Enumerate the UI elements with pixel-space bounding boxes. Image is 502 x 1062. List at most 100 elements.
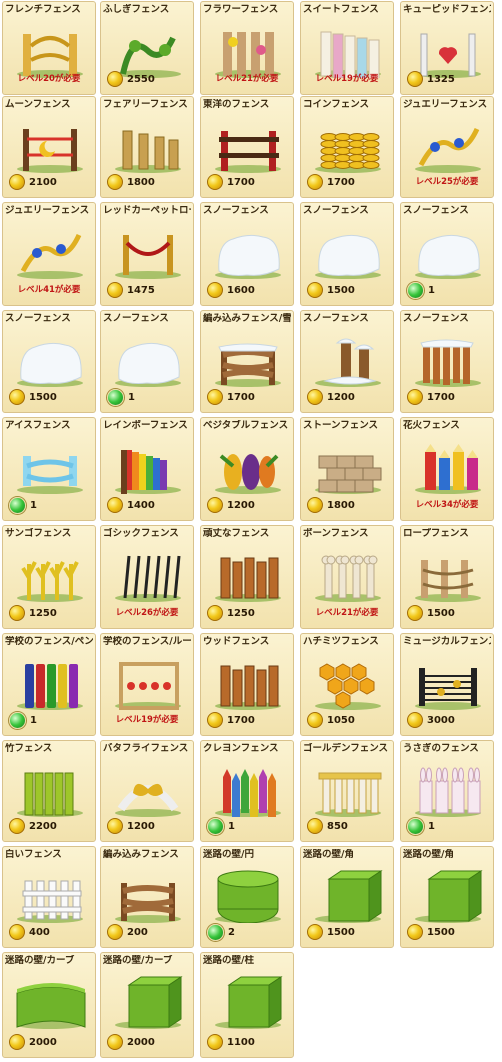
price-tag: 1500 xyxy=(307,281,355,299)
fence-card[interactable]: ウッドフェンス 1700 xyxy=(200,633,294,736)
pens-fence-image xyxy=(17,664,83,710)
fence-card[interactable]: ジュエリーフェンス レベル25が必要 xyxy=(400,96,494,198)
fence-card[interactable]: 東洋のフェンス 1700 xyxy=(200,96,294,198)
rainbow-fence-image xyxy=(115,450,181,494)
fence-name: 白いフェンス xyxy=(5,849,62,860)
fence-card[interactable]: フレンチフェンス レベル20が必要 xyxy=(2,1,96,95)
coin-icon xyxy=(107,1034,123,1050)
fence-card[interactable]: 編み込みフェンス 200 xyxy=(100,846,194,948)
fence-card[interactable]: うさぎのフェンス 1 xyxy=(400,740,494,842)
fence-name: フラワーフェンス xyxy=(203,4,279,15)
price-value: 1700 xyxy=(227,714,255,726)
fence-card[interactable]: ベジタブルフェンス 1200 xyxy=(200,417,294,521)
fence-card[interactable]: スノーフェンス 1500 xyxy=(300,202,394,306)
fence-card[interactable]: ジュエリーフェンス レベル41が必要 xyxy=(2,202,96,306)
fence-name: 編み込みフェンス xyxy=(103,849,179,860)
price-tag: 1500 xyxy=(407,923,455,941)
fence-card[interactable]: スノーフェンス 1 xyxy=(400,202,494,306)
fence-card[interactable]: フラワーフェンス レベル21が必要 xyxy=(200,1,294,95)
fence-card[interactable]: ハチミツフェンス 1050 xyxy=(300,633,394,736)
woven-fence-image xyxy=(115,883,181,923)
price-value: 1 xyxy=(30,499,37,511)
fence-card[interactable]: スノーフェンス 1600 xyxy=(200,202,294,306)
price-value: 1500 xyxy=(29,391,57,403)
fence-name: レッドカーペットロープ xyxy=(103,205,191,216)
price-tag: 1400 xyxy=(107,496,155,514)
price-value: 2200 xyxy=(29,820,57,832)
fence-card[interactable]: レッドカーペットロープ 1475 xyxy=(100,202,194,306)
fence-name: ストーンフェンス xyxy=(303,420,379,431)
coin-icon xyxy=(207,605,223,621)
fence-card[interactable]: フェアリーフェンス 1800 xyxy=(100,96,194,198)
fence-card[interactable]: スノーフェンス 1700 xyxy=(400,310,494,413)
snow-fence-image xyxy=(17,342,83,387)
hedge-pillar-fence-image xyxy=(215,976,283,1029)
fence-card[interactable]: ストーンフェンス 1800 xyxy=(300,417,394,521)
fence-name: ゴシックフェンス xyxy=(103,528,179,539)
level-requirement: レベル41が必要 xyxy=(17,285,81,295)
fence-card[interactable]: ふしぎフェンス 2550 xyxy=(100,1,194,95)
fence-card[interactable]: 迷路の壁/カーブ 2000 xyxy=(100,952,194,1058)
ice-fence-image xyxy=(17,456,83,494)
price-tag: 1500 xyxy=(407,604,455,622)
fence-card[interactable]: 迷路の壁/円 2 xyxy=(200,846,294,948)
fence-card[interactable]: ゴールデンフェンス 850 xyxy=(300,740,394,842)
price-value: 2000 xyxy=(127,1036,155,1048)
price-tag: 1500 xyxy=(9,388,57,406)
fence-card[interactable]: コインフェンス 1700 xyxy=(300,96,394,198)
price-value: 1250 xyxy=(227,607,255,619)
fence-name: 編み込みフェンス/雪 xyxy=(203,313,291,324)
fence-card[interactable]: スイートフェンス レベル19が必要 xyxy=(300,1,394,95)
fence-card[interactable]: スノーフェンス 1200 xyxy=(300,310,394,413)
fence-card[interactable]: 迷路の壁/角 1500 xyxy=(400,846,494,948)
fence-card[interactable]: ゴシックフェンス レベル26が必要 xyxy=(100,525,194,629)
fence-card[interactable]: 迷路の壁/柱 1100 xyxy=(200,952,294,1058)
fence-card[interactable]: クレヨンフェンス 1 xyxy=(200,740,294,842)
fence-card[interactable]: 編み込みフェンス/雪 1700 xyxy=(200,310,294,413)
fence-card[interactable]: 竹フェンス 2200 xyxy=(2,740,96,842)
coin-icon xyxy=(107,818,123,834)
fence-card[interactable]: スノーフェンス 1 xyxy=(100,310,194,413)
fence-name: バタフライフェンス xyxy=(103,743,189,754)
fence-card[interactable]: 頑丈なフェンス 1250 xyxy=(200,525,294,629)
fence-card[interactable]: サンゴフェンス 1250 xyxy=(2,525,96,629)
sturdy-fence-image xyxy=(215,557,281,602)
gem-icon xyxy=(207,923,224,941)
coin-icon xyxy=(9,605,25,621)
fence-name: キューピッドフェンス xyxy=(403,4,491,15)
level-requirement: レベル19が必要 xyxy=(315,74,379,84)
price-tag: 1 xyxy=(207,817,235,835)
fence-card[interactable]: ロープフェンス 1500 xyxy=(400,525,494,629)
fence-card[interactable]: 白いフェンス 400 xyxy=(2,846,96,948)
fence-card[interactable]: 学校のフェンス/ペン 1 xyxy=(2,633,96,736)
price-value: 2 xyxy=(228,926,235,938)
fence-card[interactable]: キューピッドフェンス 1325 xyxy=(400,1,494,95)
fence-card[interactable]: 迷路の壁/角 1500 xyxy=(300,846,394,948)
price-value: 1500 xyxy=(327,926,355,938)
firework-fence-image xyxy=(415,444,481,494)
wood-fence-image xyxy=(215,665,281,710)
coin-icon xyxy=(107,71,123,87)
price-tag: 400 xyxy=(9,923,50,941)
fence-card[interactable]: バタフライフェンス 1200 xyxy=(100,740,194,842)
price-tag: 1100 xyxy=(207,1033,255,1051)
honey-fence-image xyxy=(315,663,381,710)
fence-name: スノーフェンス xyxy=(403,205,469,216)
fence-card[interactable]: ムーンフェンス 2100 xyxy=(2,96,96,198)
fence-name: 東洋のフェンス xyxy=(203,99,270,110)
fence-card[interactable]: アイスフェンス 1 xyxy=(2,417,96,521)
fence-card[interactable]: レインボーフェンス 1400 xyxy=(100,417,194,521)
level-requirement: レベル20が必要 xyxy=(17,74,81,84)
fence-card[interactable]: 学校のフェンス/ルーラーレベル19が必要 xyxy=(100,633,194,736)
fence-card[interactable]: ボーンフェンス レベル21が必要 xyxy=(300,525,394,629)
fence-card[interactable]: 迷路の壁/カーブ 2000 xyxy=(2,952,96,1058)
coin-icon xyxy=(9,924,25,940)
fence-card[interactable]: ミュージカルフェンス 3000 xyxy=(400,633,494,736)
fence-card[interactable]: 花火フェンス レベル34が必要 xyxy=(400,417,494,521)
fence-name: ベジタブルフェンス xyxy=(203,420,289,431)
coin-icon xyxy=(307,924,323,940)
fence-card[interactable]: スノーフェンス 1500 xyxy=(2,310,96,413)
hedge-corner-fence-image xyxy=(415,870,483,923)
fence-name: アイスフェンス xyxy=(5,420,71,431)
coin-icon xyxy=(407,605,423,621)
